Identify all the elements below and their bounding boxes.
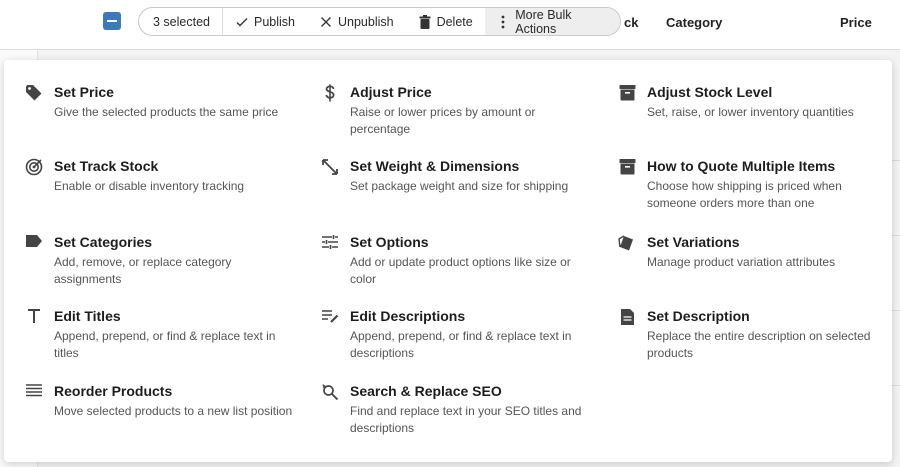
archive-icon [617, 158, 637, 178]
menu-item-title: Edit Descriptions [350, 308, 466, 324]
bulk-actions-bar: 3 selected Publish Unpublish Delete More… [138, 7, 621, 36]
menu-item-description: Set, raise, or lower inventory quantitie… [647, 105, 854, 119]
column-price-header[interactable]: Price [840, 15, 872, 30]
menu-item-title: Set Description [647, 308, 750, 324]
resize-icon [320, 158, 340, 178]
menu-item-text: Reorder Products Move selected products t… [54, 383, 294, 458]
menu-item-edit-titles[interactable]: Edit Titles Append, prepend, or find & re… [4, 308, 300, 383]
archive-icon [617, 84, 637, 104]
menu-item-set-categories[interactable]: Set Categories Add, remove, or replace ca… [4, 234, 300, 308]
text-icon [24, 308, 44, 328]
bulk-actions-menu: Set Price Give the selected products the … [4, 60, 892, 462]
menu-item-text: Set Categories Add, remove, or replace ca… [54, 234, 294, 308]
menu-item-set-description[interactable]: Set Description Replace the entire descri… [597, 308, 892, 383]
publish-button[interactable]: Publish [223, 8, 307, 35]
tag-icon [24, 84, 44, 104]
reorder-icon [24, 383, 44, 403]
menu-item-set-price[interactable]: Set Price Give the selected products the … [4, 84, 300, 158]
close-icon [319, 15, 333, 29]
unpublish-label: Unpublish [337, 14, 394, 29]
menu-item-title: How to Quote Multiple Items [647, 158, 836, 174]
menu-item-title: Adjust Stock Level [647, 84, 773, 100]
menu-item-text: Edit Descriptions Append, prepend, or fin… [350, 308, 590, 383]
menu-item-text: Set Weight & Dimensions Set package weigh… [350, 158, 590, 234]
menu-item-description: Manage product variation attributes [647, 255, 836, 269]
page: 3 selected Publish Unpublish Delete More… [0, 0, 900, 467]
menu-item-set-track-stock[interactable]: Set Track Stock Enable or disable invento… [4, 158, 300, 234]
menu-item-set-weight-and-dimensions[interactable]: Set Weight & Dimensions Set package weigh… [300, 158, 597, 234]
menu-item-title: Set Weight & Dimensions [350, 158, 520, 174]
more-bulk-actions-label: More Bulk Actions [515, 7, 572, 36]
menu-item-text: Adjust Price Raise or lower prices by amo… [350, 84, 590, 158]
menu-item-text: Set Variations Manage product variation a… [647, 234, 887, 308]
menu-item-adjust-stock-level[interactable]: Adjust Stock Level Set, raise, or lower i… [597, 84, 892, 158]
menu-item-adjust-price[interactable]: Adjust Price Raise or lower prices by amo… [300, 84, 597, 158]
trash-icon [418, 14, 432, 29]
more-bulk-actions-button[interactable]: More Bulk Actions [484, 7, 620, 36]
find-replace-icon [320, 383, 340, 403]
menu-item-description: Raise or lower prices by amount or perce… [350, 105, 536, 136]
menu-item-text: Search & Replace SEO Find and replace tex… [350, 383, 590, 458]
menu-item-title: Set Variations [647, 234, 740, 250]
menu-item-text: Set Description Replace the entire descri… [647, 308, 887, 383]
menu-item-description: Find and replace text in your SEO titles… [350, 404, 582, 435]
menu-item-text: Edit Titles Append, prepend, or find & re… [54, 308, 294, 383]
menu-item-title: Set Options [350, 234, 429, 250]
menu-item-set-variations[interactable]: Set Variations Manage product variation a… [597, 234, 892, 308]
delete-button[interactable]: Delete [406, 8, 485, 35]
menu-item-description: Enable or disable inventory tracking [54, 179, 245, 193]
menu-item-description: Replace the entire description on select… [647, 329, 871, 360]
menu-item-how-to-quote-multiple-items[interactable]: How to Quote Multiple Items Choose how sh… [597, 158, 892, 234]
menu-item-search-and-replace-seo[interactable]: Search & Replace SEO Find and replace tex… [300, 383, 597, 458]
label-icon [24, 234, 44, 254]
style-icon [617, 234, 637, 254]
menu-item-text: Set Price Give the selected products the … [54, 84, 294, 158]
menu-item-description: Give the selected products the same pric… [54, 105, 279, 119]
tune-icon [320, 234, 340, 254]
menu-item-text: Adjust Stock Level Set, raise, or lower i… [647, 84, 887, 158]
menu-item-description: Set package weight and size for shipping [350, 179, 569, 193]
menu-item-title: Edit Titles [54, 308, 121, 324]
menu-item-title: Adjust Price [350, 84, 432, 100]
menu-item-title: Reorder Products [54, 383, 173, 399]
document-icon [617, 308, 637, 328]
menu-item-text: Set Options Add or update product options… [350, 234, 590, 308]
more-vertical-icon [497, 15, 511, 29]
menu-item-description: Add or update product options like size … [350, 255, 571, 286]
menu-item-description: Move selected products to a new list pos… [54, 404, 293, 418]
menu-item-description: Append, prepend, or find & replace text … [54, 329, 276, 360]
unpublish-button[interactable]: Unpublish [307, 8, 406, 35]
selected-count: 3 selected [153, 8, 223, 35]
menu-item-description: Choose how shipping is priced when someo… [647, 179, 842, 210]
table-header: 3 selected Publish Unpublish Delete More… [0, 0, 900, 50]
column-category-header[interactable]: Category [666, 15, 722, 30]
menu-item-text: Set Track Stock Enable or disable invento… [54, 158, 294, 234]
menu-item-description: Append, prepend, or find & replace text … [350, 329, 572, 360]
menu-item-edit-descriptions[interactable]: Edit Descriptions Append, prepend, or fin… [300, 308, 597, 383]
edit-note-icon [320, 308, 340, 328]
menu-item-title: Set Categories [54, 234, 153, 250]
menu-item-title: Set Track Stock [54, 158, 159, 174]
check-icon [235, 15, 249, 29]
bulk-actions-grid: Set Price Give the selected products the … [4, 60, 892, 462]
menu-item-description: Add, remove, or replace category assignm… [54, 255, 232, 286]
menu-item-reorder-products[interactable]: Reorder Products Move selected products t… [4, 383, 300, 458]
menu-item-title: Set Price [54, 84, 114, 100]
dollar-icon [320, 84, 340, 104]
publish-label: Publish [253, 14, 295, 29]
column-stock-header[interactable]: ck [624, 15, 638, 30]
menu-item-set-options[interactable]: Set Options Add or update product options… [300, 234, 597, 308]
menu-item-title: Search & Replace SEO [350, 383, 502, 399]
target-icon [24, 158, 44, 178]
delete-label: Delete [436, 14, 473, 29]
menu-item-text: How to Quote Multiple Items Choose how sh… [647, 158, 887, 234]
select-all-checkbox[interactable] [103, 12, 121, 30]
